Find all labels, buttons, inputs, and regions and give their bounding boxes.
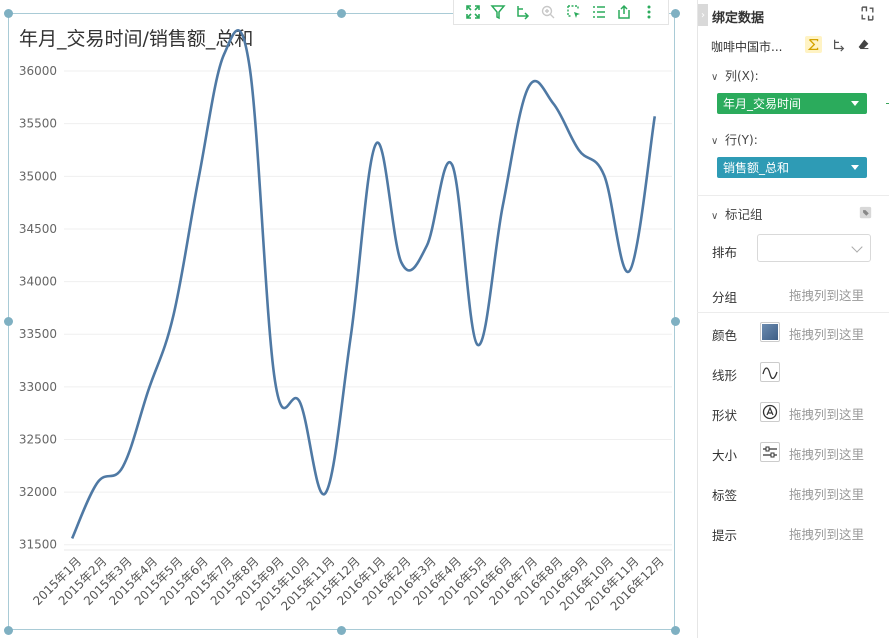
y-tick-label: 36000 [19,64,57,78]
color-drop-zone[interactable]: 拖拽列到这里 [789,324,864,343]
layout-select[interactable] [757,234,871,262]
data-point [247,64,251,68]
data-point [450,163,454,167]
datasource-name[interactable]: 咖啡中国市... [711,38,782,55]
y-tick-label: 34000 [19,275,57,289]
series-line [70,28,657,539]
y-tick-label: 32000 [19,485,57,499]
data-point [222,52,226,56]
columns-field-pill[interactable]: 年月_交易时间 [717,93,867,114]
chevron-down-icon: ∨ [711,211,719,222]
data-point [602,173,606,177]
chevron-down-icon [851,241,863,253]
y-tick-label: 33000 [19,380,57,394]
more-icon[interactable] [640,3,658,21]
y-tick-label: 35000 [19,169,57,183]
tooltip-drop-zone[interactable]: 拖拽列到这里 [789,524,864,543]
chevron-down-icon: ∨ [711,136,719,147]
y-tick-label: 32500 [19,432,57,446]
shape-drop-zone[interactable]: 拖拽列到这里 [789,404,864,423]
color-swatch[interactable] [760,322,780,342]
color-label: 颜色 [712,328,738,343]
hierarchy-icon[interactable] [830,36,847,53]
panel-title: 绑定数据 [712,11,765,26]
size-label: 大小 [712,448,738,463]
label-drop-zone[interactable]: 拖拽列到这里 [789,484,864,503]
chevron-down-icon: ∨ [711,72,719,83]
datasource-actions [805,36,872,53]
y-tick-label: 33500 [19,327,57,341]
data-point [577,148,581,152]
data-point [146,389,150,393]
data-point [551,102,555,106]
zoom-icon [539,3,557,21]
data-point [501,204,505,208]
marks-settings-icon[interactable] [859,204,872,223]
rows-field-pill[interactable]: 销售额_总和 [717,157,867,178]
y-tick-label: 35500 [19,117,57,131]
swap-icon[interactable] [859,5,876,26]
canvas: 年月_交易时间/销售额_总和 31500 32000 32500 33000 33500… [0,0,889,638]
tooltip-label: 提示 [712,528,738,543]
data-point [273,377,277,381]
fullscreen-icon[interactable] [464,3,482,21]
select-icon[interactable] [565,3,583,21]
data-point [526,86,530,90]
group-label: 分组 [712,290,738,305]
shape-label: 形状 [712,408,738,423]
data-point [121,465,125,469]
dropdown-icon[interactable] [851,165,859,170]
y-tick-label: 34500 [19,222,57,236]
rows-section-label[interactable]: ∨ 行(Y): [711,131,758,148]
marks-section-label[interactable]: ∨ 标记组 [711,204,763,223]
layout-label: 排布 [712,245,738,260]
y-tick-label: 31500 [19,538,57,552]
sum-icon[interactable] [805,36,822,53]
collapse-panel-icon[interactable]: › [698,4,708,26]
line-style-label: 线形 [712,368,738,383]
list-icon[interactable] [590,3,608,21]
chart-toolbar [453,0,669,25]
data-point [197,175,201,179]
data-point [374,142,378,146]
divider [697,312,889,313]
shape-icon[interactable] [760,402,780,422]
data-point [95,481,99,485]
divider [697,195,889,196]
data-point [298,401,302,405]
filter-icon[interactable] [489,3,507,21]
data-point [653,114,657,118]
label-label: 标签 [712,488,738,503]
line-style-icon[interactable] [760,362,780,382]
dropdown-icon[interactable] [851,101,859,106]
size-drop-zone[interactable]: 拖拽列到这里 [789,444,864,463]
data-point [323,491,327,495]
data-point [349,334,353,338]
data-point [425,244,429,248]
group-drop-zone[interactable]: 拖拽列到这里 [789,285,864,304]
drill-icon[interactable] [514,3,532,21]
columns-section-label[interactable]: ∨ 列(X): [711,67,759,84]
data-point [399,261,403,265]
export-icon[interactable] [615,3,633,21]
eraser-icon[interactable] [855,36,872,53]
data-point [627,269,631,273]
size-icon[interactable] [760,442,780,462]
data-point [475,343,479,347]
data-point [70,536,74,540]
data-point [171,313,175,317]
